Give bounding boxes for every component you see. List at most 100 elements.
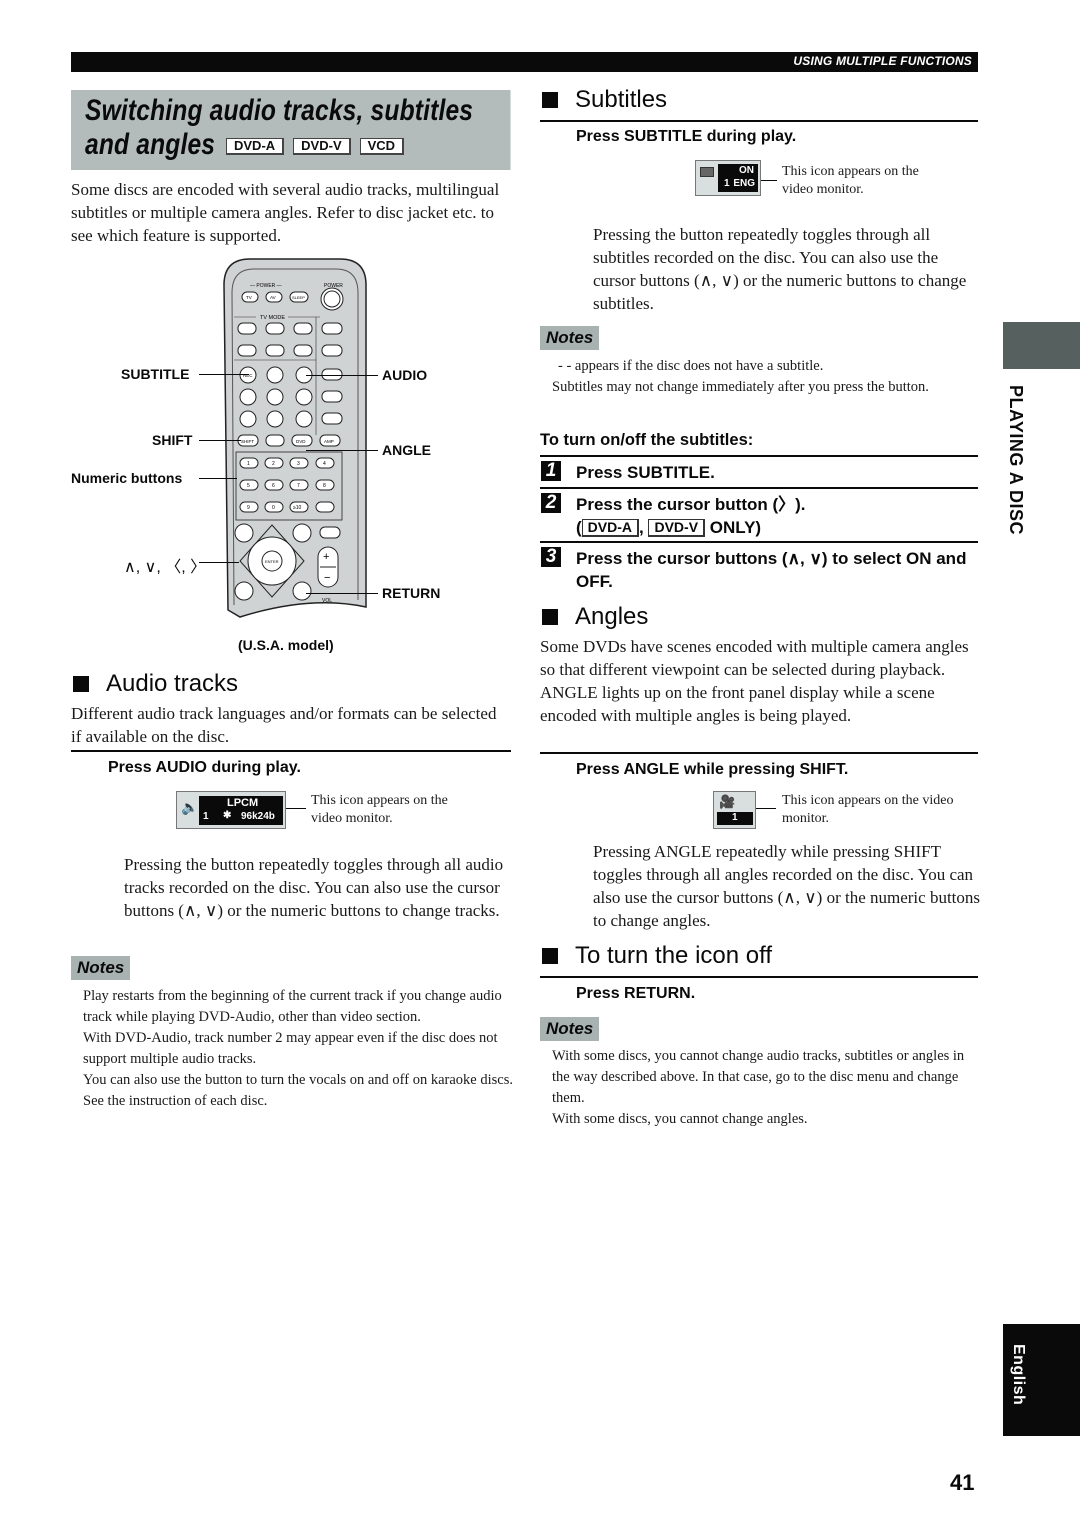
- step-2: 2 Press the cursor button (〉). (DVD-A, D…: [541, 493, 979, 539]
- callout-angle: ANGLE: [382, 442, 431, 458]
- square-bullet-icon: [542, 609, 558, 625]
- divider: [540, 976, 978, 978]
- step-number: 2: [541, 493, 561, 513]
- disc-tag-dvd-a: DVD-A: [226, 138, 285, 155]
- svg-text:SHIFT: SHIFT: [241, 439, 254, 444]
- svg-text:0: 0: [272, 505, 275, 511]
- svg-text:6: 6: [272, 483, 275, 489]
- return-instruction: Press RETURN.: [576, 985, 696, 1002]
- callout-line: [306, 375, 378, 376]
- angles-body-text: Pressing ANGLE repeatedly while pressing…: [593, 842, 981, 930]
- svg-text:AV: AV: [270, 295, 276, 300]
- callout-line: [306, 450, 378, 451]
- callout-line: [756, 808, 776, 809]
- square-bullet-icon: [73, 676, 89, 692]
- subtitle-body-text: Pressing the button repeatedly toggles t…: [593, 225, 967, 313]
- note-item: - - appears if the disc does not have a …: [558, 358, 824, 374]
- title-box: Switching audio tracks, subtitles and an…: [71, 90, 511, 170]
- language-tab: English: [1003, 1324, 1080, 1436]
- audio-monitor-caption: This icon appears on the video monitor.: [311, 793, 448, 826]
- section-label: USING MULTIPLE FUNCTIONS: [793, 54, 972, 68]
- callout-line: [199, 562, 239, 563]
- camera-icon: 🎥: [719, 794, 736, 809]
- disc-tags: DVD-A DVD-V VCD: [226, 138, 405, 155]
- remote-control-icon: — POWER — POWER TV AV SLEEP TV MODE REC …: [223, 258, 367, 618]
- svg-text:TV MODE: TV MODE: [260, 315, 285, 321]
- angle-monitor-caption: This icon appears on the video monitor.: [782, 793, 954, 826]
- step-3: 3 Press the cursor buttons (∧, ∨) to sel…: [541, 547, 979, 593]
- svg-text:DVD: DVD: [296, 439, 306, 444]
- page-title-line1: Switching audio tracks, subtitles: [85, 94, 474, 127]
- svg-text:1: 1: [247, 461, 250, 467]
- subtitle-notes: - - appears if the disc does not have a …: [552, 356, 972, 398]
- svg-text:4: 4: [323, 461, 326, 467]
- icon-off-notes: With some discs, you cannot change audio…: [552, 1046, 972, 1130]
- svg-text:VOL: VOL: [322, 598, 332, 604]
- svg-text:≥10: ≥10: [293, 505, 302, 511]
- step-number: 3: [541, 547, 561, 567]
- remote-caption: (U.S.A. model): [238, 637, 334, 653]
- svg-text:−: −: [324, 572, 330, 584]
- svg-text:TV: TV: [246, 295, 252, 300]
- header-bar: USING MULTIPLE FUNCTIONS: [71, 52, 978, 72]
- remote-illustration: — POWER — POWER TV AV SLEEP TV MODE REC …: [220, 255, 370, 625]
- svg-text:8: 8: [323, 483, 326, 489]
- callout-line: [306, 593, 378, 594]
- notes-label: Notes: [540, 1017, 600, 1041]
- star-icon: ✱: [223, 810, 232, 821]
- note-item: Subtitles may not change immediately aft…: [552, 379, 929, 395]
- subtitle-monitor-icon: ON 1 ENG: [695, 160, 761, 196]
- audio-tracks-description: Different audio track languages and/or f…: [71, 704, 497, 746]
- step-number: 1: [541, 461, 561, 481]
- chapter-label: PLAYING A DISC: [1006, 385, 1026, 536]
- angle-instruction: Press ANGLE while pressing SHIFT.: [576, 761, 849, 778]
- notes-label: Notes: [71, 956, 131, 980]
- divider: [540, 120, 978, 122]
- note-item: With some discs, you cannot change audio…: [552, 1048, 965, 1106]
- note-item: With some discs, you cannot change angle…: [552, 1111, 808, 1127]
- speaker-icon: 🔈: [181, 801, 199, 816]
- square-bullet-icon: [542, 92, 558, 108]
- angles-description: Some DVDs have scenes encoded with multi…: [540, 637, 969, 725]
- subtitle-glyph-icon: [700, 167, 714, 177]
- audio-track-number: 1: [203, 811, 209, 822]
- angle-monitor-icon: 🎥 1: [713, 791, 756, 829]
- disc-tag-dvd-a: DVD-A: [581, 519, 640, 537]
- callout-line: [199, 374, 249, 375]
- note-item: You can also use the button to turn the …: [83, 1072, 513, 1109]
- callout-shift: SHIFT: [152, 432, 193, 448]
- section-heading-icon-off: To turn the icon off: [542, 942, 772, 970]
- audio-format-label: LPCM: [227, 797, 259, 809]
- audio-monitor-icon: 🔈 LPCM 1 ✱ 96k24b: [176, 791, 286, 829]
- step-text: Press SUBTITLE.: [576, 463, 715, 482]
- disc-tag-vcd: VCD: [359, 138, 405, 155]
- divider: [540, 541, 978, 543]
- audio-body-text: Pressing the button repeatedly toggles t…: [124, 855, 504, 920]
- square-bullet-icon: [542, 948, 558, 964]
- section-heading-subtitles: Subtitles: [542, 86, 667, 114]
- svg-text:2: 2: [272, 461, 275, 467]
- divider: [540, 752, 978, 754]
- divider: [540, 455, 978, 457]
- callout-audio: AUDIO: [382, 367, 428, 383]
- callout-line: [761, 180, 777, 181]
- divider: [71, 750, 511, 752]
- svg-text:7: 7: [297, 483, 300, 489]
- svg-text:ENTER: ENTER: [265, 559, 279, 564]
- intro-text: Some discs are encoded with several audi…: [71, 180, 500, 245]
- svg-text:3: 3: [297, 461, 300, 467]
- disc-tag-dvd-v: DVD-V: [293, 138, 351, 155]
- callout-numeric-buttons: Numeric buttons: [71, 470, 183, 486]
- subtitle-language: ENG: [733, 178, 755, 189]
- page-title-line2: and angles: [85, 128, 216, 161]
- subtitle-instruction: Press SUBTITLE during play.: [576, 128, 797, 145]
- audio-instruction: Press AUDIO during play.: [108, 759, 301, 776]
- svg-text:5: 5: [247, 483, 250, 489]
- chapter-tab: [1003, 322, 1080, 369]
- step-subtext: (DVD-A, DVD-V ONLY): [576, 518, 762, 537]
- subtitle-status: ON: [739, 165, 754, 176]
- subtitle-track-number: 1: [724, 178, 730, 189]
- divider: [540, 487, 978, 489]
- note-item: With DVD-Audio, track number 2 may appea…: [83, 1030, 498, 1067]
- section-heading-audio-tracks: Audio tracks: [73, 670, 238, 698]
